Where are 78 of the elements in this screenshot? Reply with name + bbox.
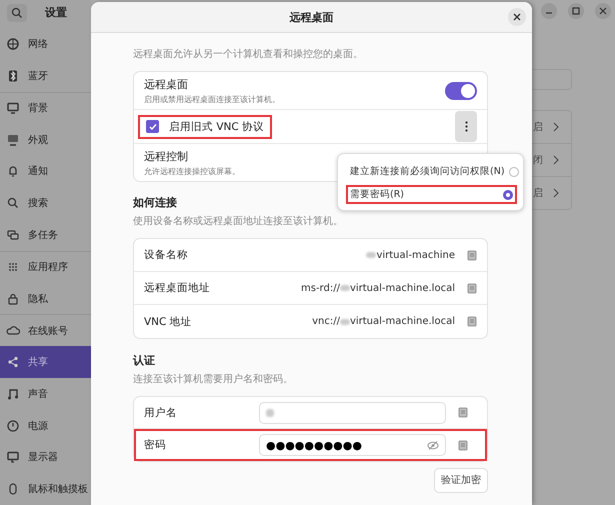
row-label: 设备名称	[144, 248, 189, 262]
dialog-title: 远程桌面	[290, 10, 334, 24]
address-text: virtual-machine.local	[350, 282, 455, 294]
address-text: virtual-machine.local	[350, 316, 455, 327]
redacted-text	[340, 318, 350, 324]
maximize-button[interactable]	[568, 3, 584, 19]
address-text: virtual-machine	[376, 250, 455, 260]
search-icon	[10, 6, 24, 20]
sidebar-item[interactable]: 外观	[0, 124, 91, 156]
eye-slash-icon[interactable]	[427, 440, 439, 450]
chevron-icon	[553, 155, 559, 165]
row-subtitle: 允许远程连接操控该屏幕。	[144, 166, 240, 176]
section-heading: 如何连接	[133, 195, 178, 210]
chevron-icon	[553, 122, 559, 132]
intro-text: 远程桌面允许从另一个计算机查看和操控您的桌面。	[133, 48, 364, 61]
lock-icon	[6, 292, 20, 306]
close-icon	[599, 7, 607, 15]
search-icon	[6, 196, 20, 210]
row-subtitle: 启用或禁用远程桌面连接至该计算机。	[144, 94, 280, 104]
redacted-text	[340, 285, 350, 291]
field-label: 用户名	[144, 406, 178, 420]
sidebar-item[interactable]: 显示器	[0, 442, 91, 474]
row-label: 远程桌面地址	[144, 281, 211, 295]
window-title: 设置	[45, 5, 67, 20]
minimize-button[interactable]	[541, 3, 557, 19]
monitor-icon	[6, 101, 20, 116]
display-icon	[6, 132, 20, 147]
close-button[interactable]	[508, 8, 526, 26]
row-title: 远程桌面	[144, 76, 189, 92]
row-title: 远程控制	[144, 148, 189, 164]
toggle-switch[interactable]	[445, 82, 477, 100]
username-field[interactable]	[259, 402, 446, 424]
bluetooth-icon	[6, 69, 20, 84]
status-text: 启	[533, 120, 543, 134]
close-button[interactable]	[595, 3, 611, 19]
redacted-text	[266, 408, 274, 416]
sidebar-item[interactable]: 声音	[0, 378, 91, 410]
status-text: 启	[533, 186, 543, 200]
section-description: 使用设备名称或远程桌面地址连接至该计算机。	[133, 214, 344, 228]
redacted-text	[366, 252, 376, 258]
radio-option[interactable]: 需要密码(R)	[346, 185, 517, 204]
checkmark-icon	[148, 122, 156, 130]
sidebar-item[interactable]: 鼠标和触摸板	[0, 473, 91, 505]
password-field[interactable]: ●●●●●●●●●●	[259, 434, 446, 456]
copy-icon[interactable]	[467, 250, 477, 260]
address-prefix: vnc://	[312, 316, 340, 327]
radio-option[interactable]: 建立新连接前必须询问访问权限(N)	[346, 162, 517, 181]
sidebar-item[interactable]: 隐私	[0, 282, 91, 314]
sidebar-item[interactable]: 电源	[0, 410, 91, 442]
chevron-icon	[553, 188, 559, 198]
power-icon	[6, 418, 20, 433]
copy-icon[interactable]	[467, 316, 477, 327]
sidebar-item[interactable]: 网络	[0, 28, 91, 60]
row-label: VNC 地址	[144, 314, 193, 328]
music-icon	[6, 386, 20, 401]
copy-icon[interactable]	[467, 282, 477, 294]
maximize-icon	[572, 7, 580, 15]
sidebar-item[interactable]: 蓝牙	[0, 60, 91, 92]
search-button[interactable]	[7, 4, 27, 22]
address-prefix: ms-rd://	[301, 282, 340, 294]
sidebar-item[interactable]: 共享	[0, 346, 91, 378]
section-heading: 认证	[133, 353, 156, 368]
close-icon	[513, 13, 521, 21]
status-text: 闭	[533, 154, 543, 167]
copy-icon[interactable]	[458, 407, 468, 418]
field-label: 密码	[144, 438, 167, 452]
sidebar-item[interactable]: 通知	[0, 156, 91, 188]
checkbox[interactable]: 启用旧式 VNC 协议	[138, 114, 272, 138]
verify-encryption-button[interactable]: 验证加密	[434, 468, 488, 493]
screen-icon	[6, 450, 20, 464]
copy-icon[interactable]	[458, 440, 468, 450]
globe-icon	[6, 37, 20, 52]
share-icon	[6, 355, 20, 370]
more-icon	[464, 121, 468, 132]
sidebar-item[interactable]: 多任务	[0, 219, 91, 251]
section-description: 连接至该计算机需要用户名和密码。	[133, 372, 294, 386]
windows-icon	[6, 228, 20, 242]
sidebar-item[interactable]: 搜索	[0, 187, 91, 220]
